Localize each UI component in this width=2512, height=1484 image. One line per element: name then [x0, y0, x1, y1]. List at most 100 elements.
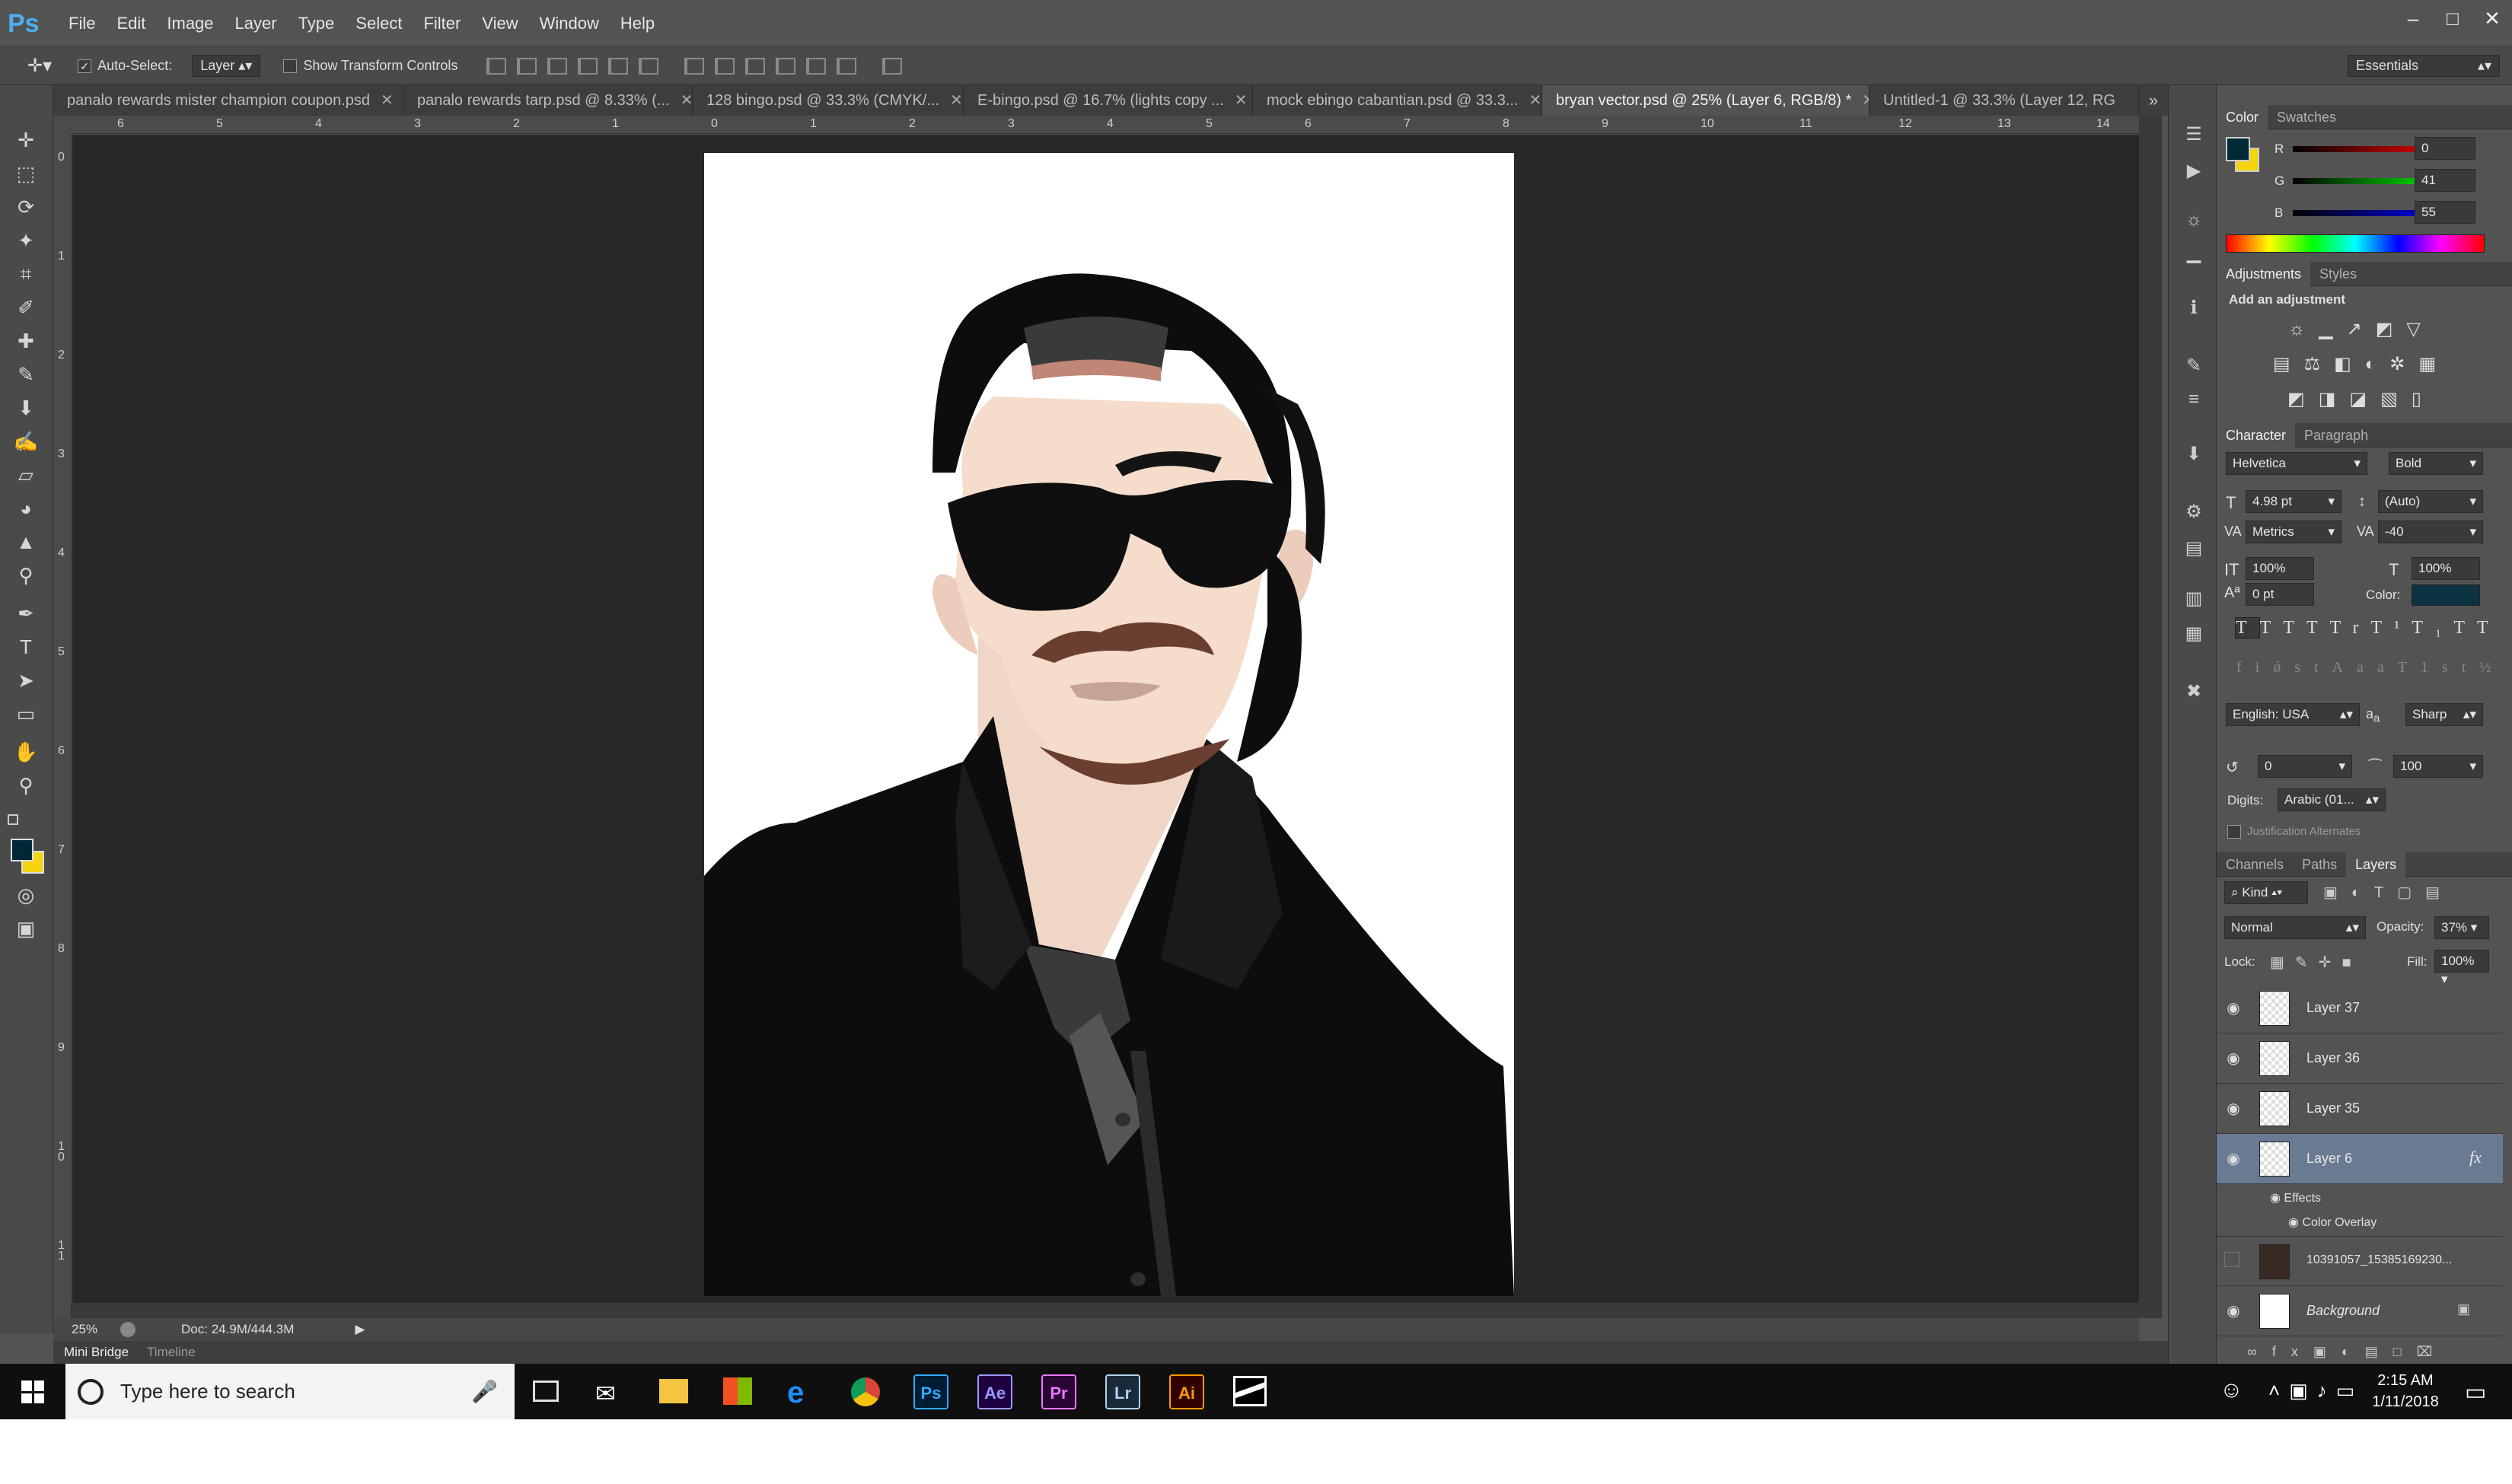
faux-bold-icon[interactable]: T [2235, 617, 2260, 639]
distribute-vcenter-icon[interactable] [715, 57, 735, 75]
crop-tool-icon[interactable]: ⌗ [11, 260, 41, 288]
zoom-level[interactable]: 25% [72, 1322, 97, 1337]
notes-icon[interactable]: ▥ [2181, 588, 2207, 610]
fractions-icon[interactable]: ½ [2479, 659, 2504, 676]
close-icon[interactable]: ✕ [1529, 85, 1541, 116]
visibility-eye-icon[interactable]: ◉ [2224, 1301, 2243, 1320]
delete-layer-icon[interactable]: ⌧ [2417, 1344, 2448, 1359]
tab-styles[interactable]: Styles [2310, 262, 2366, 286]
volume-icon[interactable]: ♪ [2317, 1379, 2336, 1402]
photos-icon[interactable] [1233, 1376, 1267, 1406]
add-style-icon[interactable]: fx [2272, 1344, 2313, 1359]
distribute-bottom-icon[interactable] [745, 57, 766, 75]
filter-smart-icon[interactable]: ▤ [2425, 884, 2453, 901]
tab-timeline[interactable]: Timeline [147, 1345, 196, 1360]
layer-comps-icon[interactable]: ▤ [2181, 537, 2207, 560]
brush-settings-icon[interactable]: ≡ [2181, 388, 2207, 411]
align-bottom-icon[interactable] [547, 57, 568, 75]
distribute-hcenter-icon[interactable] [806, 57, 827, 75]
leading-field[interactable]: (Auto) ▾ [2378, 490, 2483, 513]
tab-mini-bridge[interactable]: Mini Bridge [64, 1345, 129, 1360]
tool-presets-icon[interactable]: ⚙ [2181, 501, 2207, 524]
taskbar-search[interactable]: Type here to search 🎤 [65, 1364, 515, 1419]
effects-row[interactable]: ◉ Effects [2270, 1190, 2321, 1205]
old-style-icon[interactable]: ǿ [2273, 659, 2294, 676]
restore-button[interactable]: □ [2433, 0, 2472, 38]
tab-color[interactable]: Color [2217, 104, 2268, 129]
underline-icon[interactable]: T [2453, 618, 2477, 638]
default-colors-icon[interactable] [8, 814, 18, 825]
menu-filter[interactable]: Filter [423, 14, 461, 33]
auto-align-icon[interactable] [882, 57, 903, 75]
g-value[interactable]: 41 [2415, 169, 2475, 192]
close-icon[interactable]: ✕ [1862, 85, 1869, 116]
align-top-icon[interactable] [486, 57, 507, 75]
new-adjustment-icon[interactable]: ◐ [2341, 1344, 2365, 1359]
menu-select[interactable]: Select [355, 14, 402, 33]
close-icon[interactable]: ✕ [1235, 85, 1248, 116]
lock-transparent-icon[interactable]: ▦ [2270, 954, 2295, 971]
stamp-tool-icon[interactable]: ⬇ [11, 394, 41, 422]
store-icon[interactable] [723, 1377, 752, 1405]
fill-field[interactable]: 100% ▾ [2434, 950, 2489, 986]
tab-channels[interactable]: Channels [2217, 852, 2293, 877]
visibility-eye-icon[interactable]: ◉ [2224, 1049, 2243, 1067]
align-right-icon[interactable] [639, 57, 659, 75]
foreground-color-swatch[interactable] [11, 839, 33, 861]
kerning-field[interactable]: Metrics ▾ [2246, 521, 2341, 543]
align-vcenter-icon[interactable] [517, 57, 537, 75]
dodge-tool-icon[interactable]: ⚲ [11, 562, 41, 589]
tab-character[interactable]: Character [2217, 422, 2296, 447]
tab-paragraph[interactable]: Paragraph [2295, 423, 2377, 447]
color-spectrum-bar[interactable] [2226, 234, 2485, 253]
paint-bucket-tool-icon[interactable]: ◕ [11, 495, 41, 522]
hue-saturation-icon[interactable]: ▤ [2273, 354, 2304, 374]
rectangle-tool-icon[interactable]: ▭ [11, 700, 41, 728]
people-icon[interactable]: ☺ [2220, 1377, 2243, 1403]
horizontal-scrollbar[interactable] [72, 1303, 2139, 1318]
after-effects-taskbar-icon[interactable]: Ae [977, 1374, 1012, 1409]
menu-view[interactable]: View [482, 14, 518, 33]
type-tool-icon[interactable]: T [11, 633, 41, 661]
eraser-tool-icon[interactable]: ▱ [11, 461, 41, 489]
vibrance-icon[interactable]: ▽ [2406, 319, 2434, 339]
kashida-field[interactable]: 0 ▾ [2258, 755, 2352, 778]
color-overlay-row[interactable]: ◉ Color Overlay [2288, 1215, 2377, 1230]
opacity-field[interactable]: 37% ▾ [2434, 916, 2489, 939]
lock-all-icon[interactable]: ■ [2341, 954, 2361, 971]
posterize-icon[interactable]: ◨ [2319, 389, 2350, 409]
threshold-icon[interactable]: ◪ [2349, 389, 2380, 409]
hand-tool-icon[interactable]: ✋ [11, 738, 41, 766]
faux-italic-icon[interactable]: T [2260, 618, 2284, 638]
r-value[interactable]: 0 [2415, 137, 2475, 160]
antialias-dropdown[interactable]: Sharp ▴▾ [2405, 703, 2483, 726]
horizontal-scale-field[interactable]: 100% [2412, 557, 2480, 580]
diacritic-field[interactable]: 100 ▾ [2393, 755, 2483, 778]
close-button[interactable]: ✕ [2472, 0, 2512, 38]
justification-checkbox[interactable]: Justification Alternates [2227, 825, 2361, 839]
b-value[interactable]: 55 [2415, 201, 2475, 224]
clone-source-icon[interactable]: ⬇ [2181, 443, 2207, 466]
bw-icon[interactable]: ◧ [2334, 354, 2365, 374]
path-select-tool-icon[interactable]: ➤ [11, 667, 41, 694]
quick-mask-icon[interactable]: ◎ [11, 881, 41, 909]
brightness-contrast-icon[interactable]: ☼ [2288, 319, 2319, 339]
tracking-field[interactable]: -40 ▾ [2378, 521, 2483, 543]
align-left-icon[interactable] [578, 57, 598, 75]
brush-tool-icon[interactable]: ✎ [11, 361, 41, 388]
curves-icon[interactable]: ↗ [2347, 319, 2376, 339]
font-style-dropdown[interactable]: Bold ▾ [2389, 452, 2483, 475]
blend-mode-dropdown[interactable]: Normal ▴▾ [2224, 916, 2366, 939]
chrome-icon[interactable] [851, 1377, 880, 1406]
minimize-button[interactable]: – [2393, 0, 2433, 38]
filter-adjustment-icon[interactable]: ◐ [2351, 884, 2374, 901]
healing-tool-icon[interactable]: ✚ [11, 327, 41, 355]
filter-type-icon[interactable]: T [2374, 884, 2397, 901]
language-dropdown[interactable]: English: USA ▴▾ [2226, 703, 2360, 726]
document-canvas[interactable] [704, 153, 1514, 1296]
info-icon[interactable]: ℹ [2181, 297, 2207, 320]
exposure-icon[interactable]: ◩ [2376, 319, 2407, 339]
photo-filter-icon[interactable]: ◐ [2365, 354, 2390, 374]
visibility-eye-icon[interactable]: ◉ [2224, 1099, 2243, 1117]
lock-pixels-icon[interactable]: ✎ [2295, 954, 2319, 971]
